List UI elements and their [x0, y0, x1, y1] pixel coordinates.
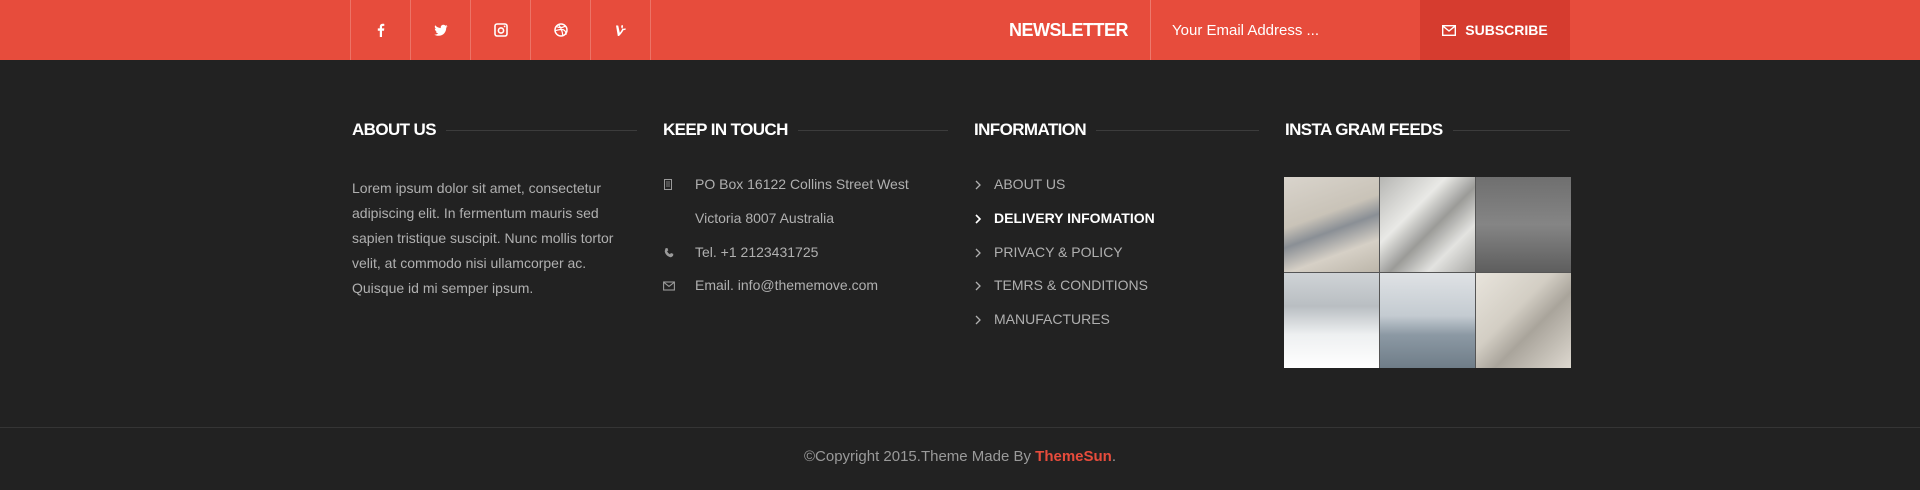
instagram-photo[interactable]: [1476, 177, 1571, 272]
top-bar: NEWSLETTER SUBSCRIBE: [0, 0, 1920, 60]
contact-title: KEEP IN TOUCH: [663, 120, 788, 139]
instagram-photo[interactable]: [1476, 273, 1571, 368]
instagram-title: INSTA GRAM FEEDS: [1285, 120, 1443, 139]
newsletter-label: NEWSLETTER: [1009, 20, 1129, 40]
instagram-column: INSTA GRAM FEEDS: [1285, 118, 1570, 142]
dribbble-link[interactable]: [531, 0, 591, 60]
twitter-icon: [433, 24, 447, 36]
twitter-link[interactable]: [411, 0, 471, 60]
heading-divider: [1096, 129, 1259, 131]
instagram-icon: [493, 23, 508, 37]
about-heading: ABOUT US: [352, 118, 637, 142]
chevron-right-icon: [974, 281, 982, 291]
brand-link[interactable]: ThemeSun: [1035, 448, 1112, 465]
vine-link[interactable]: [591, 0, 651, 60]
contact-heading: KEEP IN TOUCH: [663, 118, 948, 142]
facebook-link[interactable]: [351, 0, 411, 60]
information-column: INFORMATION ABOUT US DELIVERY INFOMATION…: [974, 118, 1259, 327]
info-link-label: ABOUT US: [994, 176, 1066, 192]
copyright-suffix: .: [1111, 448, 1117, 465]
envelope-icon: [1442, 24, 1457, 36]
info-link-label: TEMRS & CONDITIONS: [994, 277, 1149, 293]
vine-icon: [615, 25, 626, 36]
instagram-heading: INSTA GRAM FEEDS: [1285, 118, 1570, 142]
about-column: ABOUT US Lorem ipsum dolor sit amet, con…: [352, 118, 637, 301]
chevron-right-icon: [974, 248, 982, 258]
facebook-icon: [377, 23, 384, 37]
subscribe-label: SUBSCRIBE: [1465, 22, 1548, 38]
copyright-text: ©Copyright 2015.Theme Made By: [803, 448, 1036, 465]
instagram-photo[interactable]: [1380, 177, 1475, 272]
chevron-right-icon: [974, 315, 982, 325]
contact-column: KEEP IN TOUCH PO Box 16122 Collins Stree…: [663, 118, 948, 293]
heading-divider: [1452, 129, 1570, 131]
instagram-link[interactable]: [471, 0, 531, 60]
heading-divider: [797, 129, 948, 131]
info-link-label: MANUFACTURES: [994, 311, 1110, 327]
information-heading: INFORMATION: [974, 118, 1259, 142]
subscribe-button[interactable]: SUBSCRIBE: [1420, 0, 1570, 60]
address-line-2: Victoria 8007 Australia: [695, 210, 835, 226]
chevron-right-icon: [974, 214, 982, 224]
instagram-photo[interactable]: [1284, 273, 1379, 368]
info-link-label: PRIVACY & POLICY: [994, 244, 1123, 260]
newsletter-email-input[interactable]: [1150, 0, 1420, 60]
copyright: ©Copyright 2015.Theme Made By ThemeSun.: [0, 448, 1920, 465]
info-link-label: DELIVERY INFOMATION: [994, 210, 1155, 226]
about-title: ABOUT US: [352, 120, 437, 139]
instagram-photo[interactable]: [1284, 177, 1379, 272]
map-marker-icon: [663, 179, 675, 191]
instagram-grid: [1284, 177, 1571, 368]
phone-icon: [663, 247, 675, 259]
address-line-1: PO Box 16122 Collins Street West: [695, 176, 909, 192]
footer-divider: [0, 427, 1920, 428]
about-text: Lorem ipsum dolor sit amet, consectetur …: [352, 180, 614, 296]
dribbble-icon: [553, 23, 568, 37]
information-title: INFORMATION: [974, 120, 1087, 139]
email-link[interactable]: Email. info@thememove.com: [695, 277, 878, 293]
social-links: [350, 0, 651, 60]
envelope-icon: [663, 280, 675, 292]
heading-divider: [445, 129, 637, 131]
instagram-photo[interactable]: [1380, 273, 1475, 368]
chevron-right-icon: [974, 180, 982, 190]
phone-text: Tel. +1 2123431725: [695, 244, 819, 260]
